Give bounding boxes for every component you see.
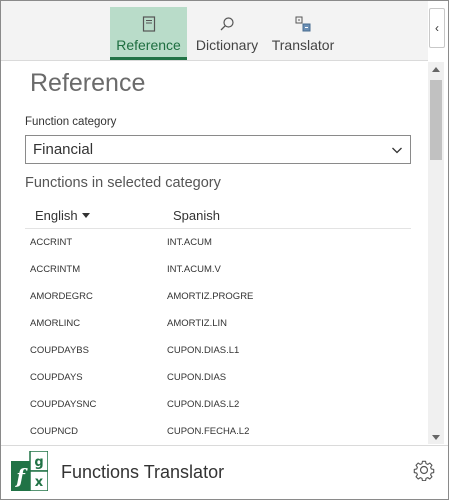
logo-letter-g: g: [34, 455, 43, 470]
spanish-column-header: Spanish: [173, 208, 220, 223]
scroll-down-button[interactable]: [428, 430, 444, 444]
search-icon: [215, 13, 239, 35]
translate-icon: [291, 13, 315, 35]
function-category-select[interactable]: Financial: [25, 135, 411, 164]
english-column-header[interactable]: English: [35, 208, 90, 223]
function-row[interactable]: ACCRINT INT.ACUM: [25, 230, 411, 257]
tab-dictionary[interactable]: Dictionary: [192, 7, 262, 60]
function-category-label: Function category: [25, 116, 117, 128]
spanish-function-name: CUPON.DIAS: [167, 372, 227, 383]
scroll-up-button[interactable]: [428, 62, 444, 76]
collapse-button[interactable]: ‹: [429, 8, 445, 48]
spanish-function-name: INT.ACUM.V: [167, 264, 221, 275]
spanish-function-name: AMORTIZ.LIN: [167, 318, 227, 329]
tab-translator[interactable]: Translator: [269, 7, 337, 60]
chevron-down-icon: [391, 143, 403, 155]
sort-down-icon: [81, 213, 90, 218]
gear-icon[interactable]: [413, 459, 435, 481]
tab-reference[interactable]: Reference: [110, 7, 187, 60]
english-function-name: AMORLINC: [30, 318, 81, 329]
reference-panel: Reference Function category Financial Fu…: [1, 62, 428, 444]
spanish-function-name: AMORTIZ.PROGRE: [167, 291, 254, 302]
tab-translator-label: Translator: [271, 37, 335, 53]
english-function-name: COUPDAYBS: [30, 345, 89, 356]
vertical-scrollbar[interactable]: [428, 62, 444, 444]
task-pane: Reference Dictionary Translator ‹ Refere…: [0, 0, 449, 500]
function-list: ACCRINT INT.ACUM ACCRINTM INT.ACUM.V AMORDEG…: [25, 230, 411, 444]
page-title: Reference: [30, 69, 146, 97]
footer: f g x Functions Translator: [1, 445, 448, 499]
spanish-function-name: CUPON.DIAS.L2: [167, 399, 240, 410]
english-function-name: ACCRINTM: [30, 264, 81, 275]
function-category-value: Financial: [33, 141, 94, 158]
function-row[interactable]: COUPNCD CUPON.FECHA.L2: [25, 419, 411, 444]
spanish-function-name: CUPON.FECHA.L2: [167, 426, 250, 437]
functions-translator-logo: f g x: [11, 451, 48, 491]
book-icon: [137, 13, 161, 35]
app-title: Functions Translator: [61, 462, 225, 482]
english-function-name: COUPDAYSNC: [30, 399, 97, 410]
spanish-function-name: CUPON.DIAS.L1: [167, 345, 240, 356]
arrow-up-icon: [432, 66, 440, 72]
tab-dictionary-label: Dictionary: [195, 37, 259, 53]
arrow-down-icon: [432, 434, 440, 440]
chevron-left-icon: ‹: [435, 21, 439, 35]
english-function-name: AMORDEGRC: [30, 291, 93, 302]
scroll-thumb[interactable]: [430, 80, 442, 160]
english-function-name: COUPDAYS: [30, 372, 83, 383]
tab-bar: Reference Dictionary Translator: [1, 1, 428, 61]
function-row[interactable]: ACCRINTM INT.ACUM.V: [25, 257, 411, 284]
logo-letter-x: x: [35, 475, 44, 490]
tab-reference-label: Reference: [116, 37, 181, 53]
function-row[interactable]: COUPDAYBS CUPON.DIAS.L1: [25, 338, 411, 365]
spanish-function-name: INT.ACUM: [167, 237, 212, 248]
english-header-label: English: [35, 208, 78, 223]
english-function-name: COUPNCD: [30, 426, 79, 437]
function-row[interactable]: AMORLINC AMORTIZ.LIN: [25, 311, 411, 338]
section-title: Functions in selected category: [25, 175, 221, 191]
function-row[interactable]: COUPDAYS CUPON.DIAS: [25, 365, 411, 392]
table-header: English Spanish: [25, 207, 411, 229]
function-row[interactable]: COUPDAYSNC CUPON.DIAS.L2: [25, 392, 411, 419]
function-row[interactable]: AMORDEGRC AMORTIZ.PROGRE: [25, 284, 411, 311]
english-function-name: ACCRINT: [30, 237, 73, 248]
